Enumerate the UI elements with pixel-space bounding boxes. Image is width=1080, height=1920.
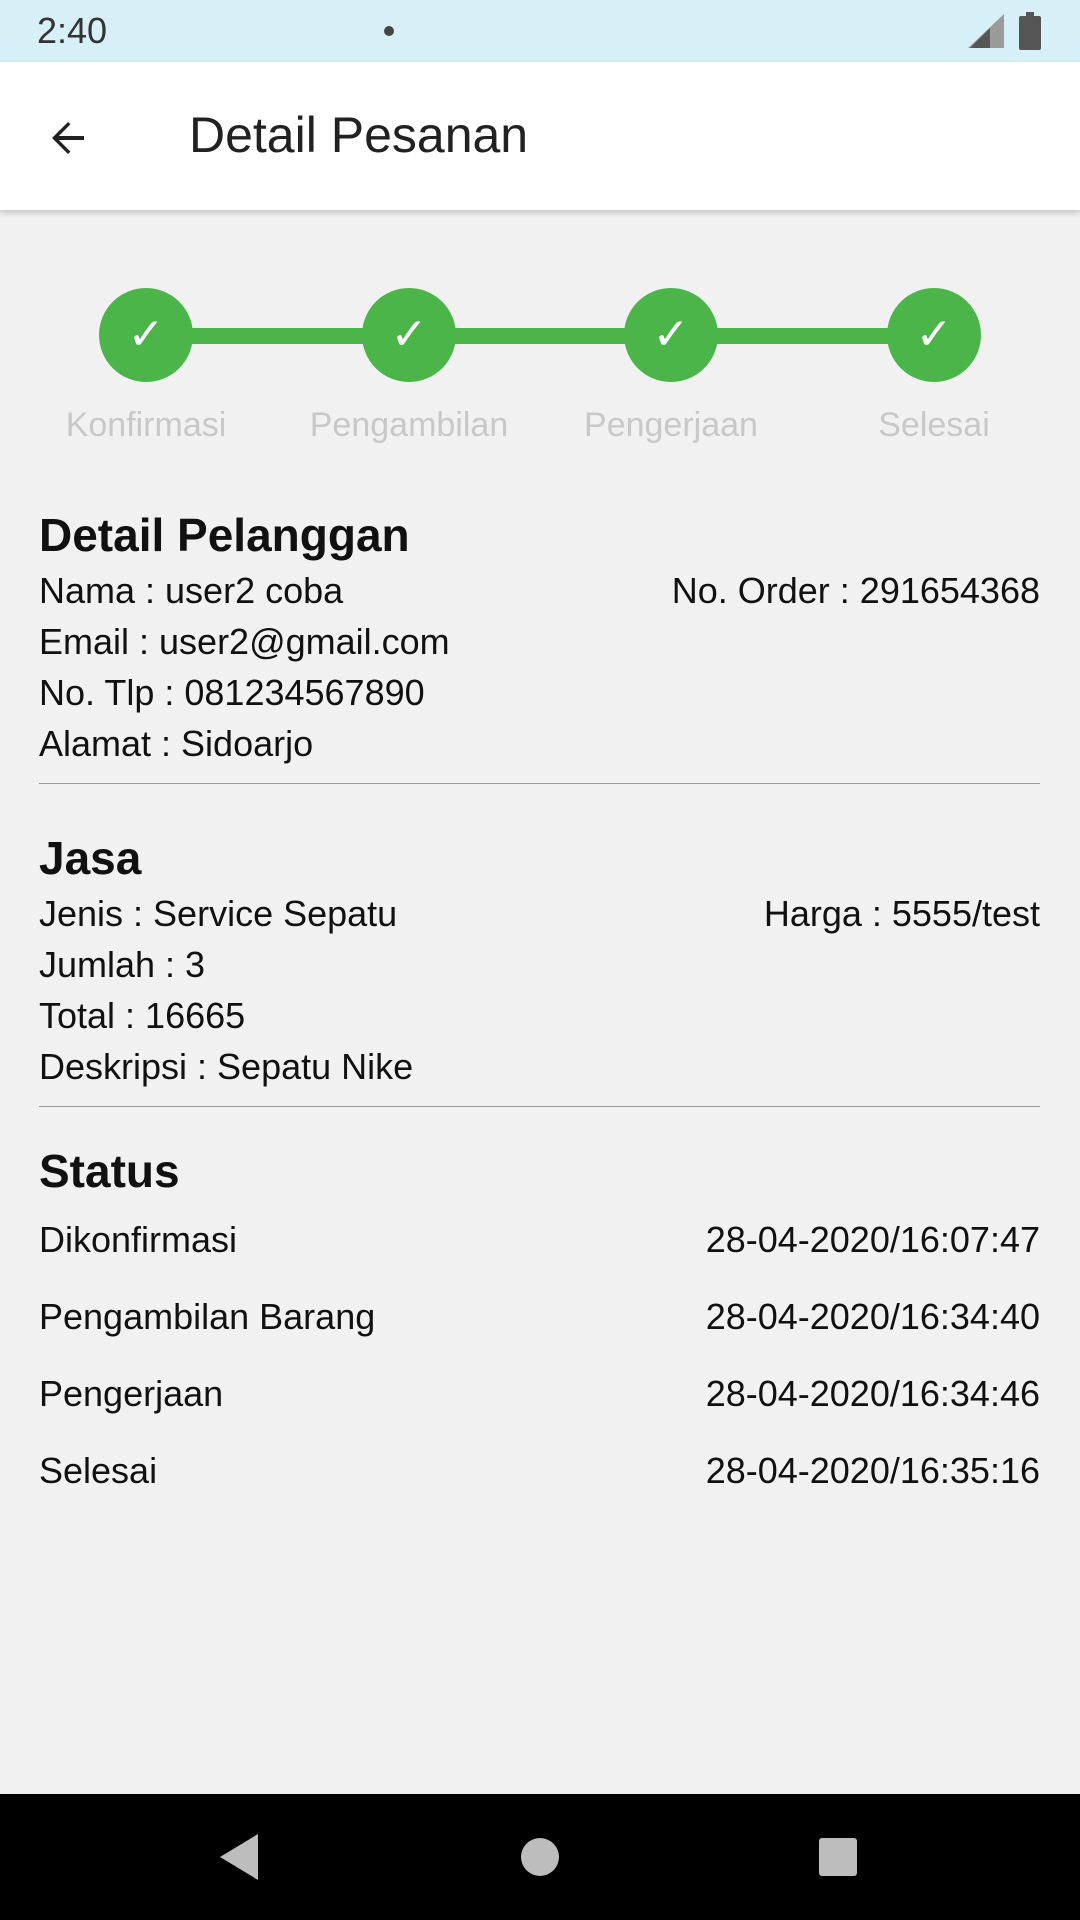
customer-phone: No. Tlp : 081234567890 [39,672,425,713]
order-progress-stepper: ✓ Konfirmasi ✓ Pengambilan ✓ Pengerjaan … [0,288,1080,458]
status-label: Pengerjaan [39,1373,224,1414]
step-label: Pengerjaan [584,406,758,444]
arrow-left-icon [52,122,84,154]
customer-section-title: Detail Pelanggan [39,509,410,561]
step-pengerjaan: ✓ Pengerjaan [541,288,801,445]
customer-row-name: Nama : user2 coba No. Order : 291654368 [39,565,1040,616]
status-time: 28-04-2020/16:07:47 [705,1219,1040,1260]
step-selesai: ✓ Selesai [804,288,1064,445]
signal-icon [968,14,1004,48]
status-row: Dikonfirmasi 28-04-2020/16:07:47 [39,1201,1040,1278]
service-row-description: Deskripsi : Sepatu Nike [39,1041,1040,1092]
service-row-quantity: Jumlah : 3 [39,939,1040,990]
triangle-back-icon [220,1834,258,1880]
square-recents-icon [819,1838,857,1876]
step-label: Pengambilan [309,406,509,444]
service-description: Deskripsi : Sepatu Nike [39,1046,414,1087]
status-row: Pengambilan Barang 28-04-2020/16:34:40 [39,1278,1040,1355]
nav-home-button[interactable] [480,1794,600,1920]
customer-row-phone: No. Tlp : 081234567890 [39,667,1040,718]
step-konfirmasi: ✓ Konfirmasi [16,288,276,445]
step-pengambilan: ✓ Pengambilan [279,288,539,445]
status-label: Dikonfirmasi [39,1219,238,1260]
step-label: Konfirmasi [65,406,227,444]
status-label: Pengambilan Barang [39,1296,376,1337]
service-row-total: Total : 16665 [39,990,1040,1041]
circle-home-icon [521,1838,559,1876]
battery-icon [1019,12,1041,50]
check-icon: ✓ [362,288,456,382]
nav-back-button[interactable] [178,1794,298,1920]
status-row: Pengerjaan 28-04-2020/16:34:46 [39,1355,1040,1432]
status-row: Selesai 28-04-2020/16:35:16 [39,1432,1040,1509]
customer-address: Alamat : Sidoarjo [39,723,314,764]
service-price: Harga : 5555/test [763,893,1040,934]
customer-name: Nama : user2 coba [39,570,344,611]
status-label: Selesai [39,1450,158,1491]
customer-row-email: Email : user2@gmail.com [39,616,1040,667]
status-section-title: Status [39,1145,180,1197]
notification-dot-icon [384,26,394,36]
service-section: Jasa Jenis : Service Sepatu Harga : 5555… [39,828,1040,1107]
status-time: 2:40 [37,10,108,51]
check-icon: ✓ [887,288,981,382]
divider [39,783,1040,784]
order-number: No. Order : 291654368 [671,570,1040,611]
service-quantity: Jumlah : 3 [39,944,206,985]
status-time: 28-04-2020/16:34:46 [705,1373,1040,1414]
page-title: Detail Pesanan [189,107,529,163]
divider [39,1106,1040,1107]
service-type: Jenis : Service Sepatu [39,893,398,934]
status-time: 28-04-2020/16:34:40 [705,1296,1040,1337]
status-section: Status Dikonfirmasi 28-04-2020/16:07:47 … [39,1141,1040,1509]
check-icon: ✓ [624,288,718,382]
customer-row-address: Alamat : Sidoarjo [39,718,1040,769]
nav-recents-button[interactable] [778,1794,898,1920]
service-section-title: Jasa [39,832,142,884]
system-navigation-bar [0,1794,1080,1920]
app-bar: Detail Pesanan [0,62,1080,210]
service-row-type: Jenis : Service Sepatu Harga : 5555/test [39,888,1040,939]
service-total: Total : 16665 [39,995,246,1036]
step-label: Selesai [878,406,990,444]
order-detail-content: Detail Pelanggan Nama : user2 coba No. O… [39,505,1040,1509]
customer-email: Email : user2@gmail.com [39,621,450,662]
check-icon: ✓ [99,288,193,382]
status-time: 28-04-2020/16:35:16 [705,1450,1040,1491]
customer-section: Detail Pelanggan Nama : user2 coba No. O… [39,505,1040,784]
back-button[interactable] [28,98,108,178]
status-bar: 2:40 [0,0,1080,62]
